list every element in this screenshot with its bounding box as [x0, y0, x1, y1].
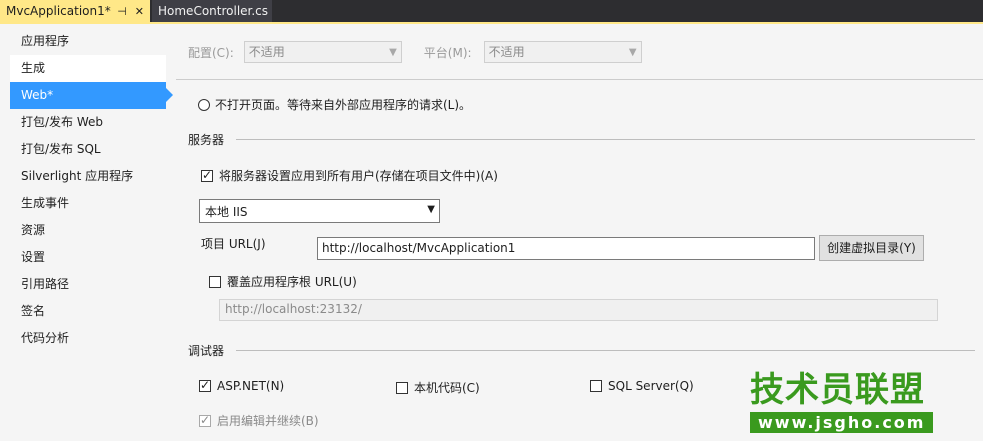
- pin-icon[interactable]: ⊣: [117, 5, 127, 18]
- checkbox[interactable]: [199, 413, 211, 427]
- checkbox-label: SQL Server(Q): [608, 379, 694, 393]
- tab-homecontroller[interactable]: HomeController.cs: [152, 0, 272, 22]
- server-type-select[interactable]: 本地 IIS ▼: [199, 199, 440, 223]
- section-title: 服务器: [188, 133, 225, 147]
- watermark-url: www.jsgho.com: [750, 412, 934, 433]
- radio-button[interactable]: [198, 98, 210, 111]
- platform-select[interactable]: 不适用 ▼: [483, 41, 642, 63]
- watermark-brand: 技术员联盟: [750, 370, 925, 410]
- section-divider: [236, 139, 975, 140]
- edit-and-continue-option[interactable]: 启用编辑并继续(B): [199, 412, 319, 429]
- sidebar-item-settings[interactable]: 设置: [10, 244, 166, 271]
- checkbox-label: ASP.NET(N): [217, 379, 285, 393]
- section-divider: [236, 350, 975, 351]
- checkbox[interactable]: [209, 275, 221, 288]
- sidebar-item-code-analysis[interactable]: 代码分析: [10, 325, 166, 352]
- config-select[interactable]: 不适用 ▼: [243, 41, 402, 63]
- sql-server-debugger-option[interactable]: SQL Server(Q): [590, 379, 694, 393]
- checkbox-label: 将服务器设置应用到所有用户(存储在项目文件中)(A): [219, 169, 498, 183]
- radio-label: 不打开页面。等待来自外部应用程序的请求(L)。: [215, 98, 472, 112]
- sidebar-item-web[interactable]: Web*: [10, 82, 173, 109]
- platform-label: 平台(M):: [423, 45, 472, 60]
- project-url-label: 项目 URL(J): [201, 235, 266, 252]
- checkbox[interactable]: [199, 378, 211, 392]
- debuggers-section-header: 调试器: [188, 342, 975, 359]
- chevron-down-icon: ▼: [628, 47, 637, 58]
- document-tab-bar: MvcApplication1* ⊣ ✕ HomeController.cs: [0, 0, 983, 22]
- divider: [176, 79, 983, 80]
- servers-section-header: 服务器: [188, 131, 975, 148]
- platform-select-value: 不适用: [488, 45, 525, 59]
- config-select-value: 不适用: [248, 45, 285, 59]
- checkbox-label: 启用编辑并继续(B): [217, 414, 319, 428]
- tab-label: HomeController.cs: [158, 4, 269, 18]
- config-label: 配置(C):: [188, 45, 234, 60]
- project-url-input[interactable]: http://localhost/MvcApplication1: [317, 237, 815, 260]
- sidebar-item-build-events[interactable]: 生成事件: [10, 190, 166, 217]
- chevron-down-icon: ▼: [389, 47, 397, 58]
- sidebar-item-resources[interactable]: 资源: [10, 217, 166, 244]
- tab-mvcapplication1[interactable]: MvcApplication1* ⊣ ✕: [0, 0, 150, 22]
- override-root-url-value: http://localhost:23132/: [225, 302, 362, 316]
- aspnet-debugger-option[interactable]: ASP.NET(N): [199, 378, 285, 393]
- project-url-label-text: 项目 URL(J): [201, 237, 266, 251]
- checkbox[interactable]: [590, 380, 602, 392]
- native-code-debugger-option[interactable]: 本机代码(C): [396, 379, 480, 396]
- sidebar-item-application[interactable]: 应用程序: [10, 28, 166, 55]
- sidebar-item-package-sql[interactable]: 打包/发布 SQL: [10, 136, 166, 163]
- section-title: 调试器: [188, 344, 225, 358]
- checkbox-label: 本机代码(C): [414, 381, 480, 395]
- override-root-url-input[interactable]: http://localhost:23132/: [219, 299, 938, 321]
- checkbox[interactable]: [396, 381, 408, 394]
- checkbox[interactable]: [201, 168, 213, 182]
- chevron-down-icon: ▼: [427, 204, 435, 215]
- sidebar-item-build[interactable]: 生成: [10, 55, 166, 82]
- override-root-url-option[interactable]: 覆盖应用程序根 URL(U): [209, 273, 357, 290]
- config-row: 配置(C): 不适用 ▼ 平台(M): 不适用 ▼: [188, 41, 642, 63]
- server-select-value: 本地 IIS: [205, 205, 248, 219]
- watermark-logo: 技术员联盟 www.jsgho.com: [750, 370, 983, 441]
- close-icon[interactable]: ✕: [135, 5, 144, 18]
- checkbox-label: 覆盖应用程序根 URL(U): [227, 275, 357, 289]
- apply-server-settings-option[interactable]: 将服务器设置应用到所有用户(存储在项目文件中)(A): [201, 167, 498, 184]
- tab-label: MvcApplication1*: [6, 4, 111, 18]
- create-virtual-directory-button[interactable]: 创建虚拟目录(Y): [819, 235, 924, 261]
- dont-open-page-option[interactable]: 不打开页面。等待来自外部应用程序的请求(L)。: [198, 96, 471, 113]
- sidebar-item-signing[interactable]: 签名: [10, 298, 166, 325]
- properties-sidebar: 应用程序 生成 Web* 打包/发布 Web 打包/发布 SQL Silverl…: [10, 28, 173, 352]
- sidebar-item-reference-paths[interactable]: 引用路径: [10, 271, 166, 298]
- sidebar-item-package-web[interactable]: 打包/发布 Web: [10, 109, 166, 136]
- project-url-value: http://localhost/MvcApplication1: [322, 241, 516, 255]
- sidebar-item-silverlight[interactable]: Silverlight 应用程序: [10, 163, 166, 190]
